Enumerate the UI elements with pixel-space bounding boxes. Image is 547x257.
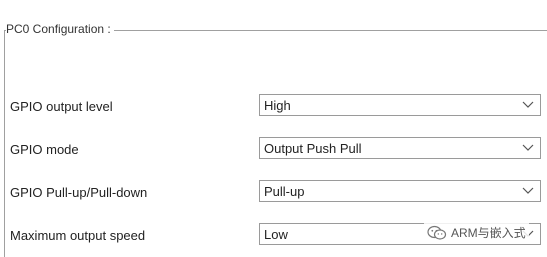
group-box-title: PC0 Configuration : [6, 21, 114, 37]
wechat-logo-icon [427, 225, 447, 240]
gpio-output-level-row: GPIO output level High [0, 94, 547, 118]
gpio-pull-row: GPIO Pull-up/Pull-down Pull-up [0, 180, 547, 204]
gpio-configuration-panel: PC0 Configuration : GPIO output level Hi… [0, 0, 547, 257]
chevron-down-icon [522, 144, 534, 151]
gpio-output-level-label: GPIO output level [10, 99, 113, 114]
gpio-pull-value: Pull-up [264, 184, 305, 199]
gpio-mode-label: GPIO mode [10, 142, 79, 157]
gpio-pull-label: GPIO Pull-up/Pull-down [10, 185, 148, 200]
chevron-down-icon [522, 187, 534, 194]
gpio-mode-row: GPIO mode Output Push Pull [0, 137, 547, 161]
watermark: ARM与嵌入式 [424, 223, 529, 243]
gpio-mode-select[interactable]: Output Push Pull [259, 137, 541, 159]
gpio-pull-select[interactable]: Pull-up [259, 180, 541, 202]
max-output-speed-value: Low [264, 227, 288, 242]
chevron-down-icon [522, 101, 534, 108]
gpio-mode-value: Output Push Pull [264, 141, 362, 156]
gpio-output-level-value: High [264, 98, 291, 113]
watermark-text: ARM与嵌入式 [451, 226, 526, 240]
max-output-speed-label: Maximum output speed [10, 228, 146, 243]
gpio-output-level-select[interactable]: High [259, 94, 541, 116]
